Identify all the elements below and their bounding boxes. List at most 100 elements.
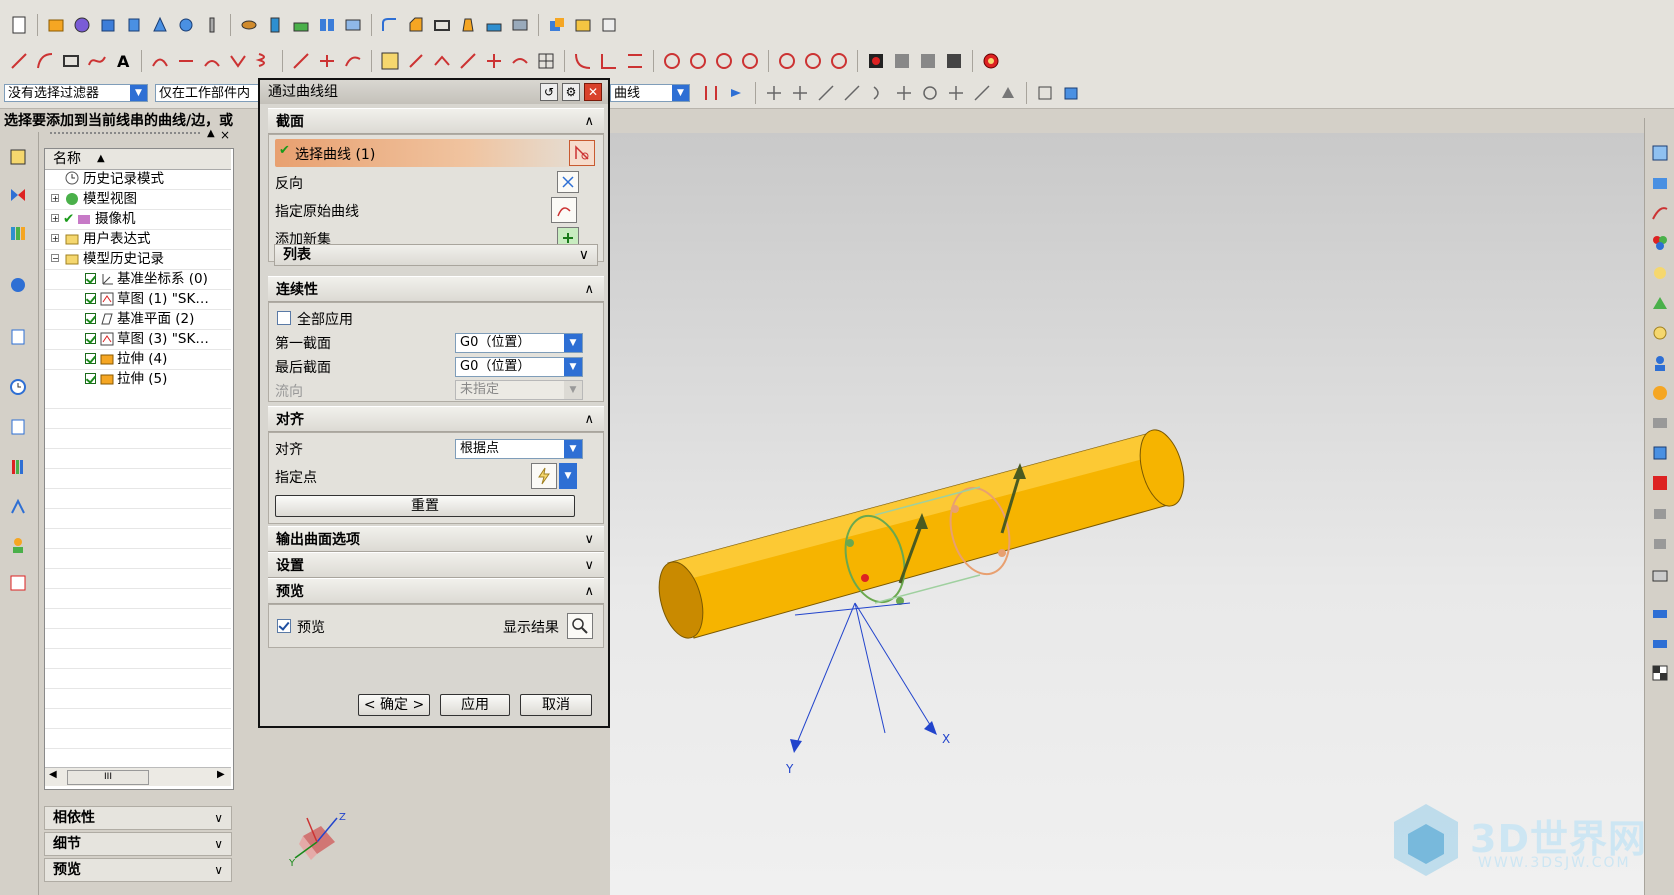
show-result-icon[interactable] (567, 613, 593, 639)
intersect-icon[interactable] (598, 14, 620, 36)
intersection-snap-icon[interactable] (700, 82, 722, 104)
material-icon[interactable] (1649, 232, 1671, 254)
tree-item-sketch-3[interactable]: 草图 (3) "SK… (45, 329, 231, 350)
tree-item-sketch-1[interactable]: 草图 (1) "SK… (45, 289, 231, 310)
shape-2-icon[interactable] (1649, 532, 1671, 554)
pocket-icon[interactable] (290, 14, 312, 36)
snap-intersect-icon[interactable] (841, 82, 863, 104)
reset-dialog-icon[interactable]: ↺ (540, 83, 558, 101)
tree-item-datum-csys[interactable]: 基准坐标系 (0) (45, 269, 231, 290)
apply-all-checkbox[interactable] (277, 311, 291, 325)
list-toggle[interactable]: 列表 ∨ (274, 244, 598, 266)
text-icon[interactable]: A (112, 50, 134, 72)
snap-quadrant-icon[interactable] (919, 82, 941, 104)
scroll-right-icon[interactable]: ▶ (217, 769, 225, 780)
chamfer-icon[interactable] (405, 14, 427, 36)
monitor-icon[interactable] (1649, 566, 1671, 588)
truck-icon[interactable] (1649, 602, 1671, 624)
circle-icon[interactable] (661, 50, 683, 72)
curve-rule-select[interactable]: 曲线 ▼ (610, 84, 690, 102)
panel-preview[interactable]: 预览 ∨ (44, 858, 232, 882)
close-icon[interactable]: ✕ (584, 83, 602, 101)
tree-item-model-views[interactable]: + 模型视图 (45, 189, 231, 210)
snap-face-icon[interactable] (997, 82, 1019, 104)
snap-point-icon[interactable] (945, 82, 967, 104)
horizontal-scrollbar[interactable]: ◀ III ▶ (45, 767, 231, 786)
person-icon[interactable] (1649, 352, 1671, 374)
join-curve-icon[interactable] (227, 50, 249, 72)
collapse-icon[interactable]: − (51, 254, 59, 263)
circle-5-icon[interactable] (776, 50, 798, 72)
rectangle-icon[interactable] (60, 50, 82, 72)
texture-icon[interactable] (1649, 412, 1671, 434)
column-header[interactable]: 名称 ▲ (45, 149, 231, 170)
divide-curve-icon[interactable] (316, 50, 338, 72)
extrude-icon[interactable] (45, 14, 67, 36)
point-dialog-icon[interactable] (531, 463, 557, 489)
helix-icon[interactable] (253, 50, 275, 72)
visualization-icon[interactable] (7, 456, 29, 478)
snap-icon[interactable] (379, 50, 401, 72)
group-settings[interactable]: 设置 ∨ (268, 552, 604, 578)
tree-item-model-history[interactable]: − 模型历史记录 (45, 249, 231, 270)
dialog-title-bar[interactable]: 通过曲线组 ↺ ⚙ ✕ (260, 80, 608, 104)
block-icon[interactable] (97, 14, 119, 36)
point-options-dropdown[interactable]: ▼ (559, 463, 577, 489)
navigator-close-icon[interactable]: × (220, 128, 230, 142)
split-body-icon[interactable] (509, 14, 531, 36)
groove-icon[interactable] (342, 14, 364, 36)
circle-4-icon[interactable] (739, 50, 761, 72)
bridge-curve-icon[interactable] (201, 50, 223, 72)
visibility-checkbox[interactable] (85, 373, 96, 384)
alignment-point[interactable] (951, 505, 959, 513)
first-section-select[interactable]: G0（位置） ▼ (455, 333, 583, 353)
circle-6-icon[interactable] (802, 50, 824, 72)
corner-icon[interactable] (598, 50, 620, 72)
cube-icon[interactable] (1649, 442, 1671, 464)
snap-endpoint-icon[interactable] (763, 82, 785, 104)
cone-icon[interactable] (149, 14, 171, 36)
group-section[interactable]: 截面 ∧ (268, 108, 604, 134)
extend-curve-icon[interactable] (342, 50, 364, 72)
visibility-checkbox[interactable] (85, 333, 96, 344)
scene-icon[interactable] (1649, 292, 1671, 314)
reuse-library-icon[interactable] (7, 222, 29, 244)
light-icon[interactable] (1649, 262, 1671, 284)
group-preview[interactable]: 预览 ∧ (268, 578, 604, 604)
reset-button[interactable]: 重置 (275, 495, 575, 517)
line-icon[interactable] (8, 50, 30, 72)
visibility-checkbox[interactable] (85, 293, 96, 304)
roles-icon[interactable] (7, 534, 29, 556)
alignment-select[interactable]: 根据点 ▼ (455, 439, 583, 459)
system-materials-icon[interactable] (7, 416, 29, 438)
spline-icon[interactable] (86, 50, 108, 72)
part-navigator-icon[interactable] (7, 146, 29, 168)
group-alignment[interactable]: 对齐 ∧ (268, 406, 604, 432)
group-continuity[interactable]: 连续性 ∧ (268, 276, 604, 302)
snap-perp-icon[interactable] (893, 82, 915, 104)
select-curve-icon[interactable] (569, 140, 595, 166)
play-icon[interactable] (943, 50, 965, 72)
trim-curve-icon[interactable] (290, 50, 312, 72)
tree-item-extrude-4[interactable]: 拉伸 (4) (45, 349, 231, 370)
grid-icon[interactable] (535, 50, 557, 72)
snap-arc-center-icon[interactable] (867, 82, 889, 104)
subtract-icon[interactable] (572, 14, 594, 36)
sun-icon[interactable] (1649, 322, 1671, 344)
fillet-icon[interactable] (572, 50, 594, 72)
circle-3-icon[interactable] (713, 50, 735, 72)
scope-select[interactable]: 仅在工作部件内 (155, 84, 267, 102)
arc-icon[interactable] (34, 50, 56, 72)
snap-control-icon[interactable] (815, 82, 837, 104)
ok-button[interactable]: < 确定 > (358, 694, 430, 716)
type-filter-select[interactable]: 没有选择过滤器 ▼ (4, 84, 148, 102)
navigator-collapse-icon[interactable]: ▲ (207, 128, 215, 139)
shell-icon[interactable] (431, 14, 453, 36)
plane-icon[interactable] (431, 50, 453, 72)
expand-icon[interactable]: + (51, 234, 59, 243)
clock-icon[interactable] (7, 376, 29, 398)
assembly-navigator-icon[interactable] (7, 184, 29, 206)
shape-icon[interactable] (1649, 502, 1671, 524)
scroll-thumb[interactable]: III (67, 770, 149, 785)
scroll-left-icon[interactable]: ◀ (49, 769, 57, 780)
